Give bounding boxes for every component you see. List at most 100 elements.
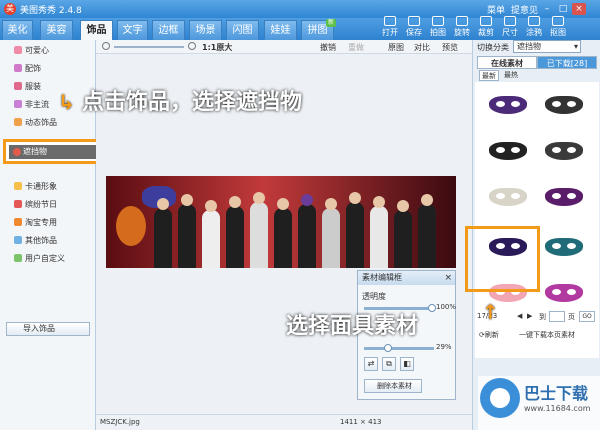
material-item[interactable] [539,84,589,126]
resize-label: 尺寸 [502,28,518,37]
copy-icon[interactable]: ⧉ [382,357,396,371]
prev-page-icon[interactable]: ◀ [517,312,522,320]
minimize-icon[interactable]: – [540,3,554,15]
bow-icon [14,64,22,72]
rotate-slider[interactable] [364,344,434,352]
layer-icon[interactable]: ◧ [400,357,414,371]
mask-icon [489,188,527,206]
material-item[interactable] [483,130,533,172]
compare-button[interactable]: 对比 [414,42,430,53]
rotate-button[interactable]: 旋转 [452,16,472,38]
zoom-out-icon[interactable] [102,42,110,50]
callout-right: 选择面具素材 [286,314,419,339]
next-page-icon[interactable]: ▶ [527,312,532,320]
photo-person [394,200,412,268]
zoom-in-icon[interactable] [188,42,196,50]
save-button[interactable]: 保存 [404,16,424,38]
refresh-button[interactable]: ⟳刷新 [479,330,499,340]
material-item[interactable] [483,84,533,126]
original-button[interactable]: 原图 [388,42,404,53]
resize-icon [504,16,516,26]
switch-category-label: 切换分类 [477,43,509,52]
tag-icon [14,218,22,226]
file-name: MSZJCK.jpg [100,418,140,426]
material-item[interactable] [539,176,589,218]
sidebar-item-label: 可爱心 [25,46,49,55]
download-all-button[interactable]: 一键下载本页素材 [519,330,575,340]
zoom-original[interactable]: 1:1原大 [202,42,232,53]
sidebar-item-taobao[interactable]: 淘宝专用 [14,216,57,230]
material-item[interactable] [483,176,533,218]
selected-category-highlight: 遮挡物 [3,139,102,164]
close-icon[interactable]: × [572,3,586,15]
sidebar-item-label: 服装 [25,82,41,91]
dialog-close-icon[interactable]: × [444,271,452,285]
open-icon [384,16,396,26]
tab-flash[interactable]: 闪图 [226,20,259,40]
go-button[interactable]: GO [579,311,595,322]
sidebar-item-cute[interactable]: 可爱心 [14,44,49,58]
photo-person [322,198,340,268]
maximize-icon[interactable]: □ [556,3,570,15]
tab-collage[interactable]: 拼图 新 [301,19,336,40]
cutout-label: 抠图 [550,28,566,37]
sidebar-item-animated[interactable]: 动态饰品 [14,116,57,130]
capture-button[interactable]: 拍图 [428,16,448,38]
tab-frame[interactable]: 边框 [152,20,185,40]
resize-button[interactable]: 尺寸 [500,16,520,38]
preview-button[interactable]: 预览 [442,42,458,53]
mask-icon [545,96,583,114]
tab-hottest[interactable]: 最热 [501,70,521,81]
tab-doll[interactable]: 娃娃 [264,20,297,40]
crop-button[interactable]: 裁剪 [476,16,496,38]
redo-button[interactable]: 重做 [348,42,364,53]
callout-arrow-left-icon: ↳ [58,90,75,114]
sidebar-item-alternative[interactable]: 非主流 [14,98,49,112]
tab-text[interactable]: 文字 [117,20,148,40]
slider-knob[interactable] [384,344,392,352]
delete-material-button[interactable]: 删除本素材 [364,379,422,393]
zoom-slider[interactable] [114,46,184,48]
group-photo[interactable] [106,176,456,268]
tab-newest[interactable]: 最新 [479,70,499,81]
slider-knob[interactable] [428,304,436,312]
sidebar-item-accessory[interactable]: 配饰 [14,62,41,76]
photo-person [178,194,196,268]
flip-icon[interactable]: ⇄ [364,357,378,371]
menu-link[interactable]: 菜单 [487,3,505,16]
opacity-label: 透明度 [362,292,386,301]
cutout-button[interactable]: 抠图 [548,16,568,38]
sidebar-item-occluder[interactable]: 遮挡物 [9,145,96,159]
material-item[interactable] [539,226,589,268]
photo-person [250,192,268,268]
sidebar-item-other[interactable]: 其他饰品 [14,234,57,248]
tab-downloaded[interactable]: 已下载[28] [537,56,597,69]
material-item[interactable] [539,272,589,314]
rotate-value: 29% [436,343,452,351]
misc-icon [14,236,22,244]
sidebar-item-clothing[interactable]: 服装 [14,80,41,94]
tab-beauty[interactable]: 美容 [40,20,73,40]
sidebar-item-cartoon[interactable]: 卡通形象 [14,180,57,194]
doodle-label: 涂鸦 [526,28,542,37]
undo-button[interactable]: 撤销 [320,42,336,53]
image-dimensions: 1411 × 413 [340,418,382,426]
open-button[interactable]: 打开 [380,16,400,38]
category-select[interactable]: 遮挡物 [513,40,581,53]
doodle-button[interactable]: 涂鸦 [524,16,544,38]
tab-online-materials[interactable]: 在线素材 [477,56,537,69]
callout-left: 点击饰品，选择遮挡物 [82,90,303,115]
shirt-icon [14,82,22,90]
tab-accessories[interactable]: 饰品 [80,20,113,40]
tab-scene[interactable]: 场景 [189,20,222,40]
camera-icon [432,16,444,26]
crop-label: 裁剪 [478,28,494,37]
feedback-link[interactable]: 提意见 [511,3,538,16]
sidebar-item-label: 非主流 [25,100,49,109]
tab-beautify[interactable]: 美化 [2,20,33,40]
import-accessory-button[interactable]: 导入饰品 [6,322,90,336]
page-input[interactable] [549,311,565,322]
material-item[interactable] [539,130,589,172]
sidebar-item-custom[interactable]: 用户自定义 [14,252,65,266]
sidebar-item-festival[interactable]: 缤纷节日 [14,198,57,212]
